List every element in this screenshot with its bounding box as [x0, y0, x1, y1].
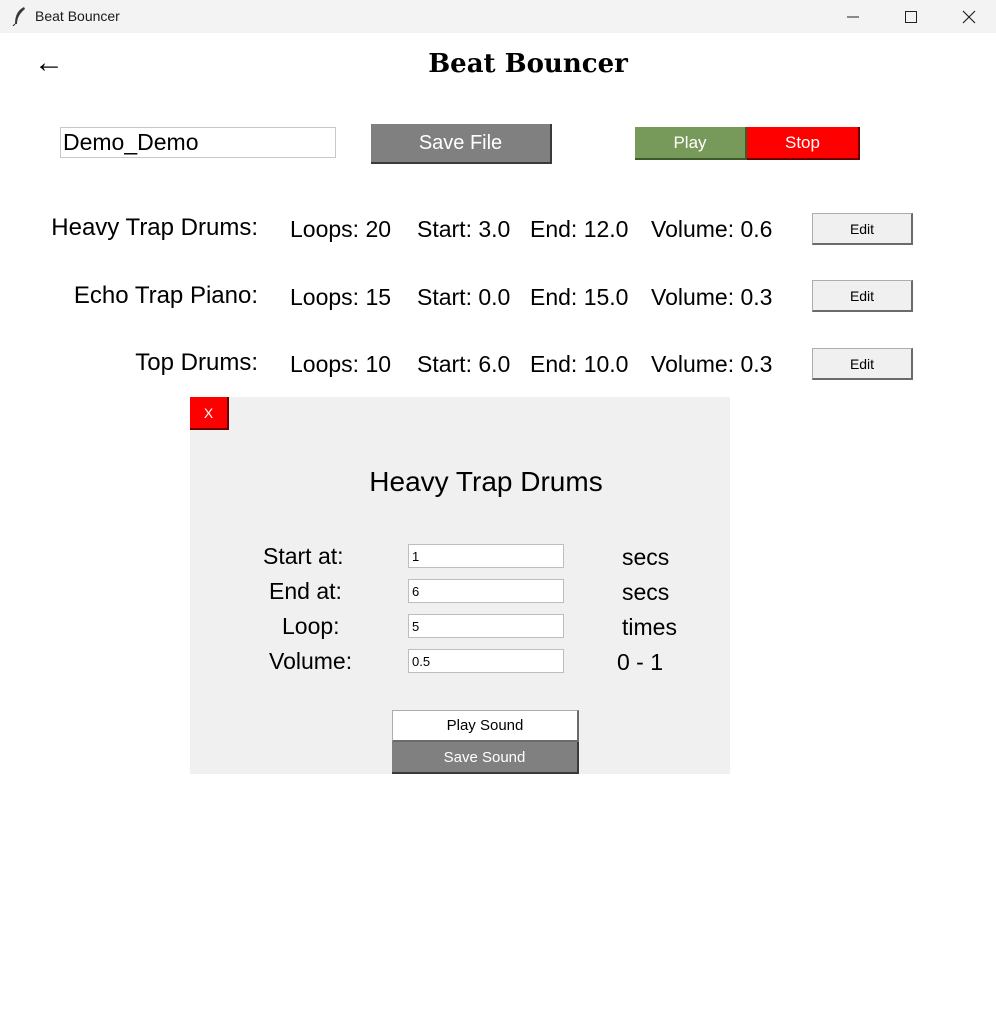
track-loops: Loops: 20 — [290, 216, 392, 242]
page-title: Beat Bouncer — [428, 49, 628, 79]
play-button[interactable]: Play — [635, 127, 747, 160]
window-title: Beat Bouncer — [35, 8, 120, 24]
edit-track-button[interactable]: Edit — [812, 213, 913, 245]
end-input[interactable] — [408, 579, 564, 603]
maximize-icon — [905, 10, 917, 23]
loop-unit: times — [622, 614, 677, 640]
minimize-button[interactable] — [824, 0, 882, 33]
save-sound-button[interactable]: Save Sound — [392, 742, 579, 774]
track-end: End: 12.0 — [530, 216, 629, 242]
start-unit: secs — [622, 544, 670, 570]
track-loops: Loops: 15 — [290, 284, 392, 310]
track-end: End: 10.0 — [530, 351, 629, 377]
volume-label: Volume: — [269, 648, 353, 674]
track-name: Heavy Trap Drums: — [51, 214, 258, 241]
track-name: Echo Trap Piano: — [73, 282, 258, 309]
filename-input[interactable] — [60, 127, 336, 158]
start-label: Start at: — [263, 543, 344, 569]
loop-input[interactable] — [408, 614, 564, 638]
track-volume: Volume: 0.6 — [651, 216, 773, 242]
track-loops: Loops: 10 — [290, 351, 392, 377]
feather-icon — [12, 7, 25, 26]
stop-button[interactable]: Stop — [747, 127, 860, 160]
track-volume: Volume: 0.3 — [651, 351, 773, 377]
start-input[interactable] — [408, 544, 564, 568]
track-end: End: 15.0 — [530, 284, 629, 310]
end-label: End at: — [269, 578, 342, 604]
end-unit: secs — [622, 579, 670, 605]
volume-unit: 0 - 1 — [617, 649, 664, 675]
loop-label: Loop: — [282, 613, 340, 639]
play-sound-button[interactable]: Play Sound — [392, 710, 579, 742]
track-start: Start: 6.0 — [417, 351, 511, 377]
window-close-button[interactable] — [940, 0, 996, 33]
edit-track-button[interactable]: Edit — [812, 348, 913, 380]
close-editor-button[interactable]: X — [190, 397, 229, 430]
edit-track-button[interactable]: Edit — [812, 280, 913, 312]
editor-title: Heavy Trap Drums — [369, 466, 603, 497]
close-icon — [962, 10, 976, 23]
volume-input[interactable] — [408, 649, 564, 673]
track-start: Start: 3.0 — [417, 216, 511, 242]
save-file-button[interactable]: Save File — [371, 124, 552, 164]
maximize-button[interactable] — [882, 0, 940, 33]
track-volume: Volume: 0.3 — [651, 284, 773, 310]
track-editor-panel: X Heavy Trap Drums Start at: secs End at… — [190, 397, 730, 774]
track-name: Top Drums: — [135, 349, 258, 376]
window-titlebar: Beat Bouncer — [0, 0, 996, 33]
track-start: Start: 0.0 — [417, 284, 511, 310]
minimize-icon — [847, 16, 859, 17]
